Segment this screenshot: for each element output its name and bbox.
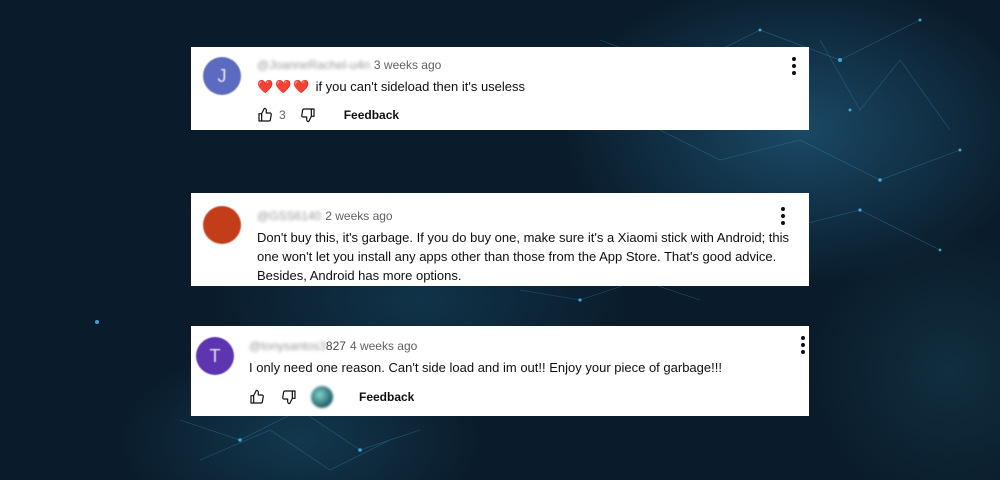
comment-text: ❤️❤️❤️ if you can't sideload then it's us…: [257, 77, 777, 96]
comment-time[interactable]: 3 weeks ago: [374, 58, 441, 72]
comment-text: I only need one reason. Can't side load …: [249, 360, 722, 375]
like-button[interactable]: [257, 107, 273, 123]
comment-actions: 3 Feedback: [257, 106, 399, 124]
hearts-emoji: ❤️❤️❤️: [257, 79, 312, 94]
feedback-button[interactable]: Feedback: [359, 390, 414, 404]
comment-body: if you can't sideload then it's useless: [315, 79, 526, 94]
author-handle-suffix[interactable]: 827: [326, 339, 346, 353]
author-handle[interactable]: @tonysantos3: [249, 339, 326, 353]
comment-time[interactable]: 4 weeks ago: [350, 339, 417, 353]
comment-header: @JoanneRachel-u4n 3 weeks ago: [257, 58, 441, 72]
creator-heart-avatar: [311, 386, 333, 408]
comment-card: J @JoanneRachel-u4n 3 weeks ago ❤️❤️❤️ if …: [191, 47, 809, 130]
avatar[interactable]: [203, 206, 241, 244]
comment-card: T @tonysantos3827 4 weeks ago I only need…: [191, 326, 809, 416]
thumbs-up-icon: [258, 107, 272, 122]
thumbs-down-icon: [282, 390, 296, 405]
avatar[interactable]: T: [196, 337, 234, 375]
avatar[interactable]: J: [203, 57, 241, 95]
comment-time[interactable]: 2 weeks ago: [325, 209, 392, 223]
comment-header: @GSS6140 2 weeks ago: [257, 209, 393, 223]
thumbs-up-icon: [250, 389, 264, 404]
dislike-button[interactable]: [281, 389, 297, 405]
like-button[interactable]: [249, 389, 265, 405]
more-vert-icon[interactable]: [801, 336, 805, 357]
comment-actions: Feedback: [249, 386, 414, 408]
like-count: 3: [279, 108, 286, 122]
thumbs-down-icon: [300, 108, 315, 123]
author-handle[interactable]: @JoanneRachel-u4n: [257, 58, 370, 72]
author-handle[interactable]: @GSS6140: [257, 209, 321, 223]
dislike-button[interactable]: [300, 107, 316, 123]
comment-header: @tonysantos3827 4 weeks ago: [249, 339, 417, 353]
comment-card: @GSS6140 2 weeks ago Don't buy this, it's…: [191, 193, 809, 286]
more-vert-icon[interactable]: [792, 57, 796, 78]
more-vert-icon[interactable]: [781, 207, 785, 228]
feedback-button[interactable]: Feedback: [344, 108, 399, 122]
comment-text: Don't buy this, it's garbage. If you do …: [257, 230, 790, 283]
